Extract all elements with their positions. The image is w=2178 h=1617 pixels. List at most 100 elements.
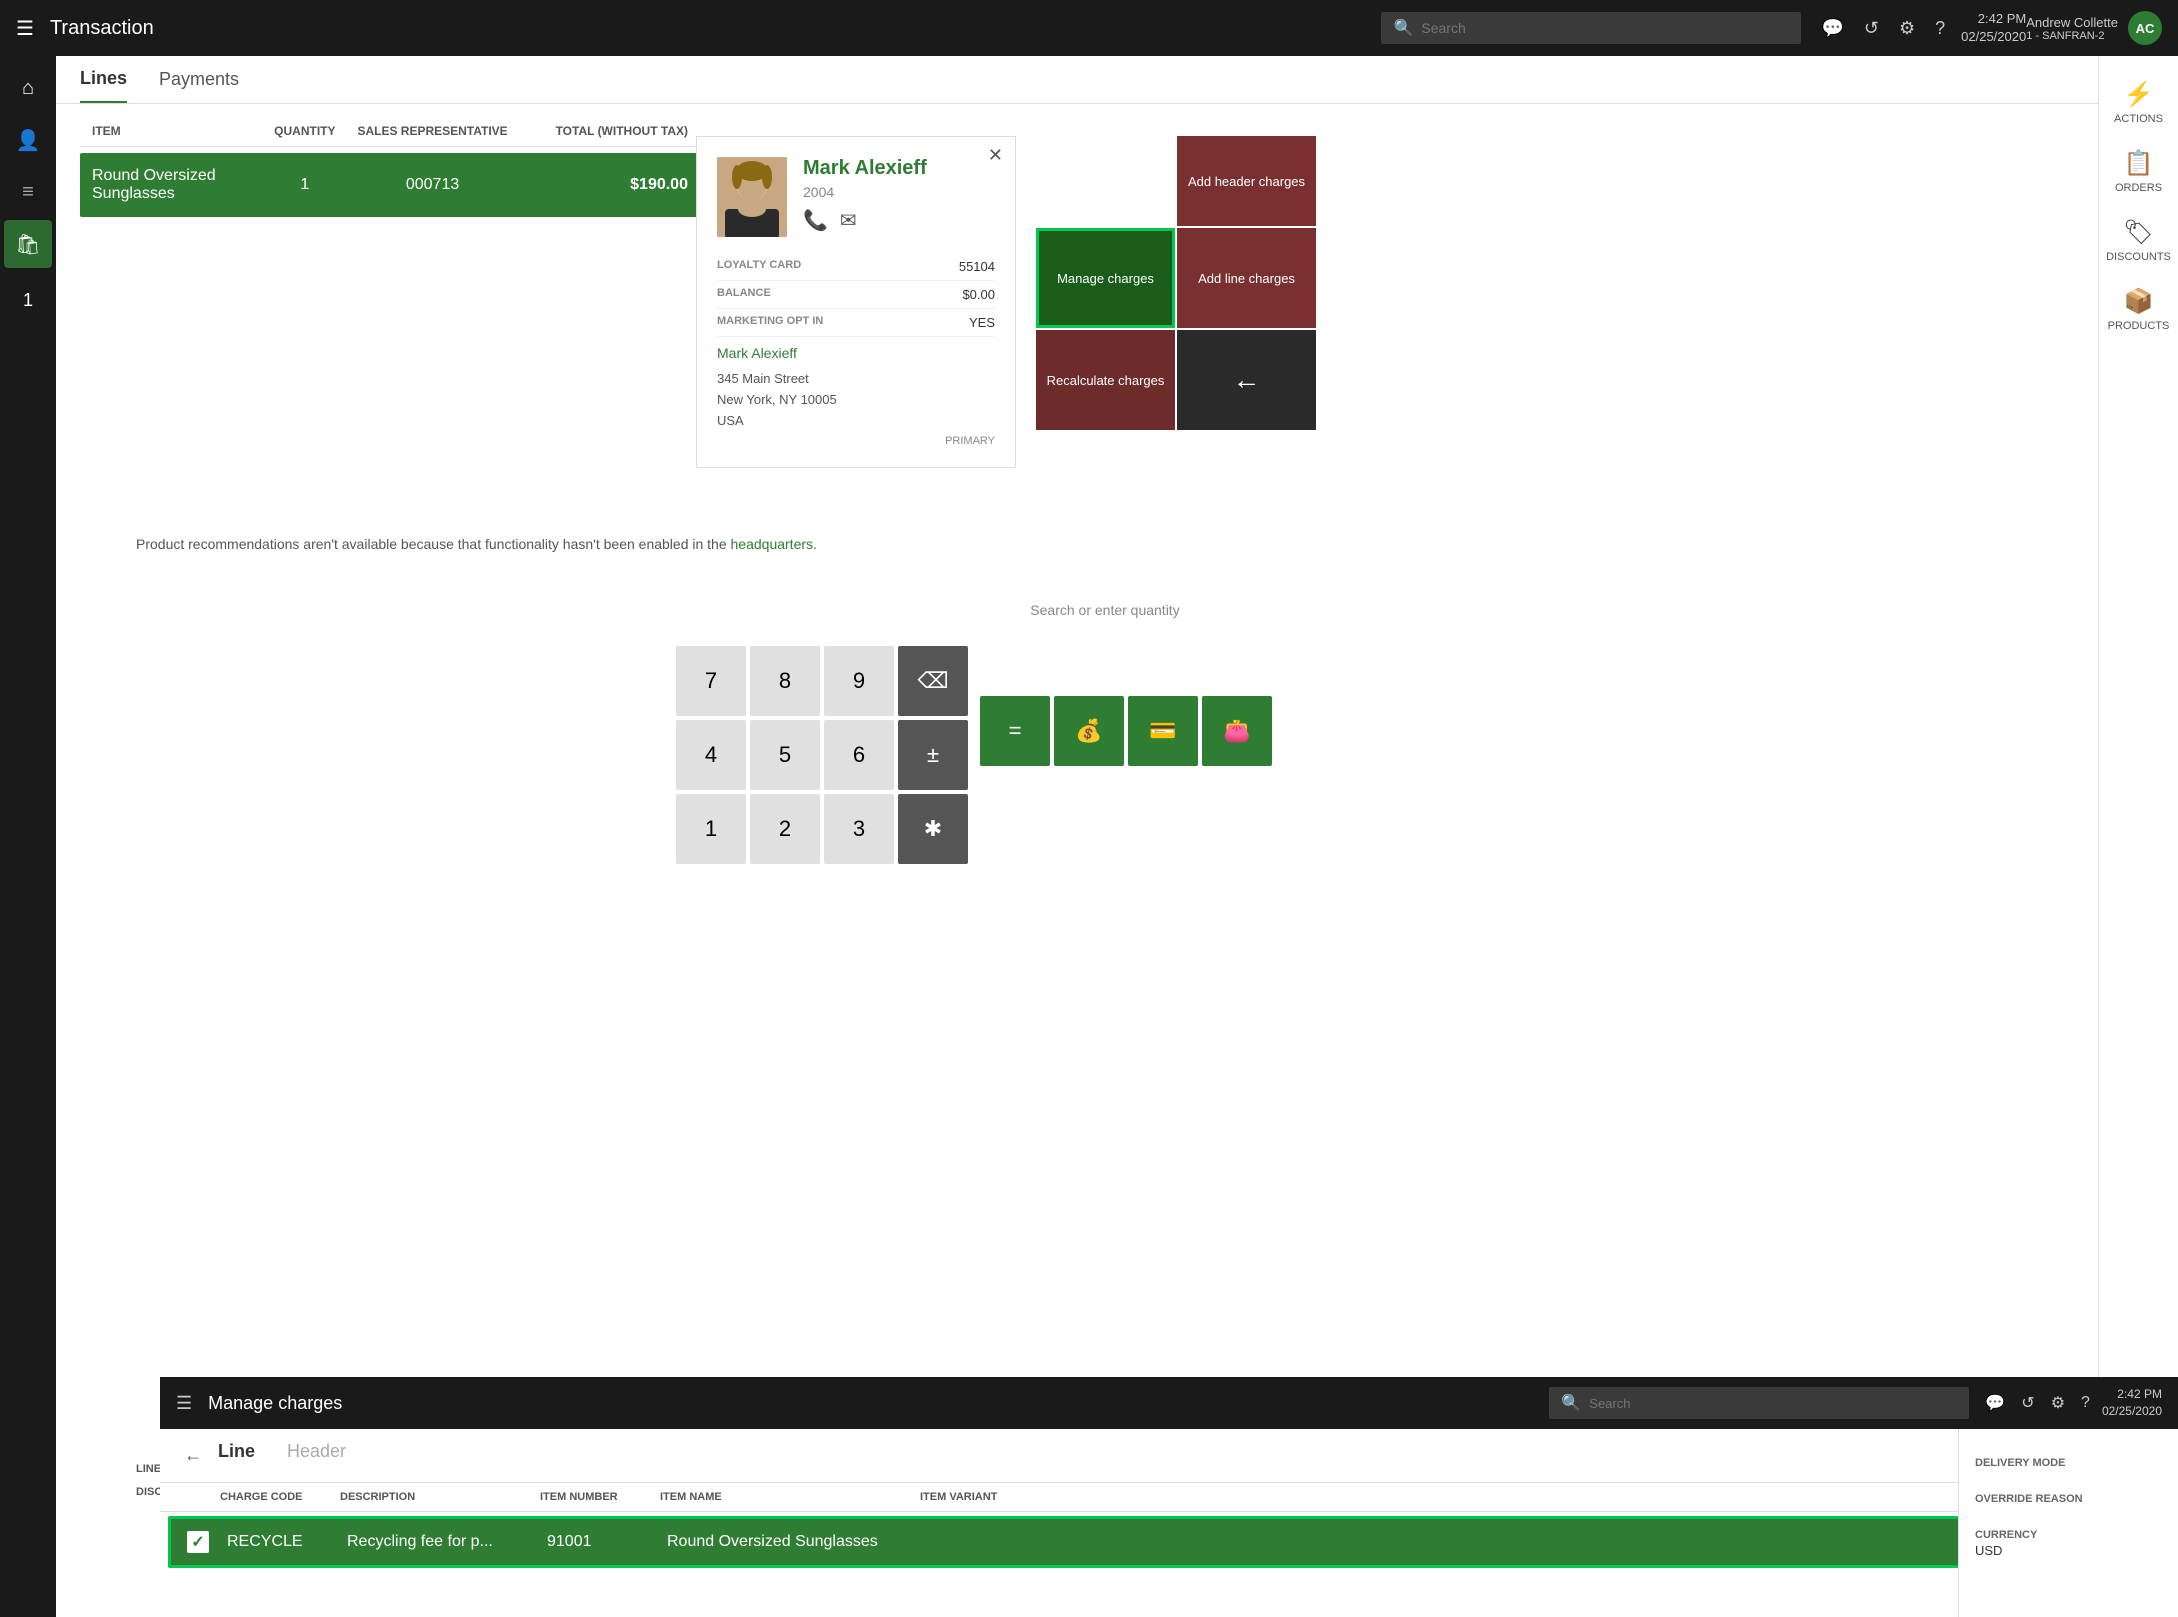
discounts-icon: 🏷 bbox=[2123, 218, 2153, 247]
header-icon-group: 💬 ↺ ⚙ ? bbox=[1821, 18, 1945, 39]
loyalty-label: LOYALTY CARD bbox=[717, 259, 801, 274]
mc-tab-line[interactable]: Line bbox=[218, 1441, 263, 1470]
mc-settings-icon[interactable]: ⚙ bbox=[2051, 1393, 2065, 1413]
actions-icon: ⚡ bbox=[2124, 80, 2154, 109]
close-customer-panel-button[interactable]: ✕ bbox=[988, 145, 1003, 166]
key-3[interactable]: 3 bbox=[824, 794, 894, 864]
refresh-icon[interactable]: ↺ bbox=[1864, 18, 1879, 39]
row-checkbox[interactable]: ✓ bbox=[187, 1531, 227, 1553]
orders-icon: 📋 bbox=[2124, 149, 2154, 178]
key-backspace[interactable]: ⌫ bbox=[898, 646, 968, 716]
back-navigation-button[interactable]: ← bbox=[1177, 330, 1316, 430]
customer-link[interactable]: Mark Alexieff bbox=[717, 345, 995, 361]
search-icon: 🔍 bbox=[1393, 18, 1413, 38]
marketing-label: MARKETING OPT IN bbox=[717, 315, 823, 330]
mc-search-bar[interactable]: 🔍 bbox=[1549, 1387, 1969, 1419]
products-icon: 📦 bbox=[2124, 287, 2154, 316]
search-quantity-label: Search or enter quantity bbox=[112, 586, 2098, 634]
recommendations-text: Product recommendations aren't available… bbox=[112, 516, 2098, 572]
key-4[interactable]: 4 bbox=[676, 720, 746, 790]
manage-charges-content: ← Line Header Details CHARGE CODE DESCRI… bbox=[160, 1429, 2178, 1617]
row-item-number: 91001 bbox=[547, 1533, 667, 1551]
marketing-row: MARKETING OPT IN YES bbox=[717, 309, 995, 337]
mc-back-button[interactable]: ← bbox=[184, 1445, 202, 1466]
mc-chat-icon[interactable]: 💬 bbox=[1985, 1393, 2005, 1413]
pay-equal-button[interactable]: = bbox=[980, 696, 1050, 766]
contact-icons: 📞 ✉ bbox=[803, 208, 927, 233]
payment-buttons: = 💰 💳 👛 bbox=[980, 696, 1272, 766]
key-multiply[interactable]: ✱ bbox=[898, 794, 968, 864]
mc-help-icon[interactable]: ? bbox=[2081, 1394, 2090, 1412]
row-charge-code: RECYCLE bbox=[227, 1533, 347, 1551]
loyalty-value: 55104 bbox=[959, 259, 995, 274]
row-qty: 1 bbox=[262, 176, 347, 194]
key-6[interactable]: 6 bbox=[824, 720, 894, 790]
table-row[interactable]: Round Oversized Sunglasses 1 000713 $190… bbox=[80, 153, 700, 217]
row-rep: 000713 bbox=[347, 176, 517, 194]
key-9[interactable]: 9 bbox=[824, 646, 894, 716]
email-icon[interactable]: ✉ bbox=[840, 208, 857, 233]
sidebar-item-number[interactable]: 1 bbox=[4, 276, 52, 324]
sidebar-item-menu[interactable]: ≡ bbox=[4, 168, 52, 216]
sidebar-item-customers[interactable]: 👤 bbox=[4, 116, 52, 164]
customer-photo-svg bbox=[717, 157, 787, 237]
add-header-charges-button[interactable]: Add header charges bbox=[1177, 136, 1316, 226]
charge-row[interactable]: ✓ RECYCLE Recycling fee for p... 91001 R… bbox=[168, 1516, 2170, 1568]
discounts-nav-item[interactable]: 🏷 DISCOUNTS bbox=[2098, 210, 2178, 271]
col-item-variant: ITEM VARIANT bbox=[920, 1491, 1100, 1503]
hamburger-menu-icon[interactable]: ☰ bbox=[16, 16, 34, 41]
mc-right-panel: DELIVERY MODE OVERRIDE REASON CURRENCY U… bbox=[1958, 1429, 2178, 1617]
settings-icon[interactable]: ⚙ bbox=[1899, 18, 1915, 39]
key-2[interactable]: 2 bbox=[750, 794, 820, 864]
row-total: $190.00 bbox=[518, 176, 688, 194]
phone-icon[interactable]: 📞 bbox=[803, 208, 828, 233]
mc-search-input[interactable] bbox=[1589, 1396, 1957, 1411]
recalculate-charges-button[interactable]: Recalculate charges bbox=[1036, 330, 1175, 430]
marketing-value: YES bbox=[969, 315, 995, 330]
key-8[interactable]: 8 bbox=[750, 646, 820, 716]
add-line-charges-button[interactable]: Add line charges bbox=[1177, 228, 1316, 328]
tab-lines[interactable]: Lines bbox=[80, 68, 127, 103]
key-5[interactable]: 5 bbox=[750, 720, 820, 790]
help-icon[interactable]: ? bbox=[1935, 18, 1945, 39]
sidebar-item-cart[interactable]: 🛍 bbox=[4, 220, 52, 268]
charges-table-header: CHARGE CODE DESCRIPTION ITEM NUMBER ITEM… bbox=[160, 1483, 2178, 1512]
mc-tab-header[interactable]: Header bbox=[287, 1441, 354, 1470]
key-1[interactable]: 1 bbox=[676, 794, 746, 864]
manage-charges-button[interactable]: Manage charges bbox=[1036, 228, 1175, 328]
current-time: 2:42 PM bbox=[1961, 10, 2026, 28]
username-display: Andrew Collette 1 - SANFRAN-2 bbox=[2026, 15, 2118, 42]
manage-charges-topbar: ☰ Manage charges 🔍 💬 ↺ ⚙ ? 2:42 PM 02/25… bbox=[160, 1377, 2178, 1429]
global-search-bar[interactable]: 🔍 bbox=[1381, 12, 1801, 44]
lines-table: ITEM QUANTITY SALES REPRESENTATIVE TOTAL… bbox=[80, 116, 700, 217]
tab-payments[interactable]: Payments bbox=[159, 69, 239, 102]
currency-label: CURRENCY bbox=[1975, 1529, 2162, 1541]
mc-refresh-icon[interactable]: ↺ bbox=[2021, 1393, 2034, 1413]
user-avatar[interactable]: AC bbox=[2128, 11, 2162, 45]
products-nav-item[interactable]: 📦 PRODUCTS bbox=[2100, 279, 2178, 340]
customer-header: Mark Alexieff 2004 📞 ✉ bbox=[717, 157, 995, 237]
time-display: 2:42 PM 02/25/2020 bbox=[1961, 10, 2026, 46]
global-search-input[interactable] bbox=[1421, 20, 1789, 36]
orders-nav-item[interactable]: 📋 ORDERS bbox=[2107, 141, 2170, 202]
mc-inner-header: ← Line Header Details bbox=[160, 1429, 2178, 1483]
pay-wallet-button[interactable]: 👛 bbox=[1202, 696, 1272, 766]
chat-icon[interactable]: 💬 bbox=[1821, 18, 1843, 39]
col-header-total: TOTAL (WITHOUT TAX) bbox=[518, 124, 688, 138]
manage-charges-overlay: ☰ Manage charges 🔍 💬 ↺ ⚙ ? 2:42 PM 02/25… bbox=[160, 1377, 2178, 1617]
recommendations-link[interactable]: headquarters. bbox=[731, 536, 817, 552]
pay-card-button[interactable]: 💳 bbox=[1128, 696, 1198, 766]
customer-address: 345 Main Street New York, NY 10005 USA bbox=[717, 369, 995, 431]
pay-coin-button[interactable]: 💰 bbox=[1054, 696, 1124, 766]
mc-hamburger-icon[interactable]: ☰ bbox=[176, 1393, 192, 1414]
products-label: PRODUCTS bbox=[2108, 320, 2170, 332]
key-7[interactable]: 7 bbox=[676, 646, 746, 716]
balance-value: $0.00 bbox=[962, 287, 995, 302]
sidebar-item-home[interactable]: ⌂ bbox=[4, 64, 52, 112]
loyalty-row: LOYALTY CARD 55104 bbox=[717, 253, 995, 281]
currency-value: USD bbox=[1975, 1543, 2162, 1558]
customer-info: Mark Alexieff 2004 📞 ✉ bbox=[803, 157, 927, 233]
primary-badge: PRIMARY bbox=[717, 435, 995, 447]
key-plusminus[interactable]: ± bbox=[898, 720, 968, 790]
actions-nav-item[interactable]: ⚡ ACTIONS bbox=[2106, 72, 2171, 133]
